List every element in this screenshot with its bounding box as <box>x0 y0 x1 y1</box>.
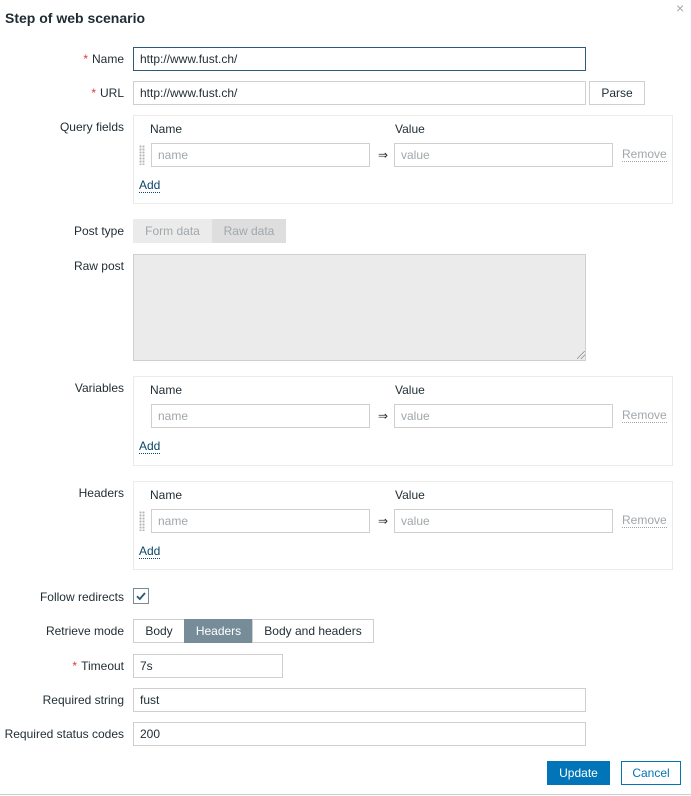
drag-handle-icon[interactable] <box>139 145 145 165</box>
timeout-input[interactable] <box>133 654 283 678</box>
header-name-input[interactable] <box>151 509 370 533</box>
required-status-codes-input[interactable] <box>133 722 586 746</box>
drag-handle-icon[interactable] <box>139 511 145 531</box>
post-type-raw-data[interactable]: Raw data <box>212 219 286 243</box>
query-fields-table: Name Value ⇒ Remove Add <box>133 115 673 204</box>
retrieve-mode-body-and-headers[interactable]: Body and headers <box>252 619 374 643</box>
headers-col-name: Name <box>150 488 183 502</box>
headers-label: Headers <box>78 486 124 500</box>
dialog-title: Step of web scenario <box>5 10 146 26</box>
raw-post-textarea[interactable] <box>133 254 586 361</box>
follow-redirects-label: Follow redirects <box>39 590 124 604</box>
update-button[interactable]: Update <box>547 761 610 785</box>
required-marker: * <box>91 86 96 100</box>
variable-name-input[interactable] <box>151 404 370 428</box>
dialog-bottom-border <box>0 794 691 795</box>
required-marker: * <box>83 52 88 66</box>
variables-col-name: Name <box>150 383 183 397</box>
variable-remove-link[interactable]: Remove <box>622 409 667 423</box>
query-field-name-input[interactable] <box>151 143 370 167</box>
query-field-remove-link[interactable]: Remove <box>622 148 667 162</box>
required-status-codes-label: Required status codes <box>4 727 124 741</box>
variable-add-link[interactable]: Add <box>139 440 161 454</box>
header-remove-link[interactable]: Remove <box>622 514 667 528</box>
arrow-icon: ⇒ <box>378 409 389 423</box>
url-label: * URL <box>91 86 124 100</box>
raw-post-label: Raw post <box>73 259 124 273</box>
checkmark-icon <box>136 592 146 601</box>
variables-label: Variables <box>74 381 124 395</box>
required-marker: * <box>72 659 78 673</box>
header-add-link[interactable]: Add <box>139 545 161 559</box>
retrieve-mode-headers[interactable]: Headers <box>184 619 253 643</box>
name-input[interactable] <box>133 47 586 71</box>
query-fields-label: Query fields <box>59 120 124 134</box>
post-type-form-data[interactable]: Form data <box>133 219 212 243</box>
timeout-label: * Timeout <box>72 659 124 673</box>
variable-value-input[interactable] <box>394 404 613 428</box>
headers-table: Name Value ⇒ Remove Add <box>133 481 673 570</box>
query-field-add-link[interactable]: Add <box>139 179 161 193</box>
arrow-icon: ⇒ <box>378 514 389 528</box>
query-fields-col-name: Name <box>150 122 183 136</box>
close-icon[interactable]: × <box>676 1 684 15</box>
parse-button[interactable]: Parse <box>589 81 645 105</box>
required-string-input[interactable] <box>133 688 586 712</box>
name-label: * Name <box>83 52 124 66</box>
cancel-button[interactable]: Cancel <box>621 761 681 785</box>
retrieve-mode-body[interactable]: Body <box>133 619 185 643</box>
retrieve-mode-label: Retrieve mode <box>45 624 124 638</box>
variables-col-value: Value <box>395 383 425 397</box>
headers-col-value: Value <box>395 488 425 502</box>
header-value-input[interactable] <box>394 509 613 533</box>
follow-redirects-checkbox[interactable] <box>133 588 149 604</box>
required-string-label: Required string <box>42 693 124 707</box>
query-fields-col-value: Value <box>395 122 425 136</box>
post-type-label: Post type <box>73 224 124 238</box>
url-input[interactable] <box>133 81 586 105</box>
variables-table: Name Value ⇒ Remove Add <box>133 376 673 466</box>
arrow-icon: ⇒ <box>378 148 389 162</box>
query-field-value-input[interactable] <box>394 143 613 167</box>
resize-handle-icon[interactable] <box>577 351 585 359</box>
